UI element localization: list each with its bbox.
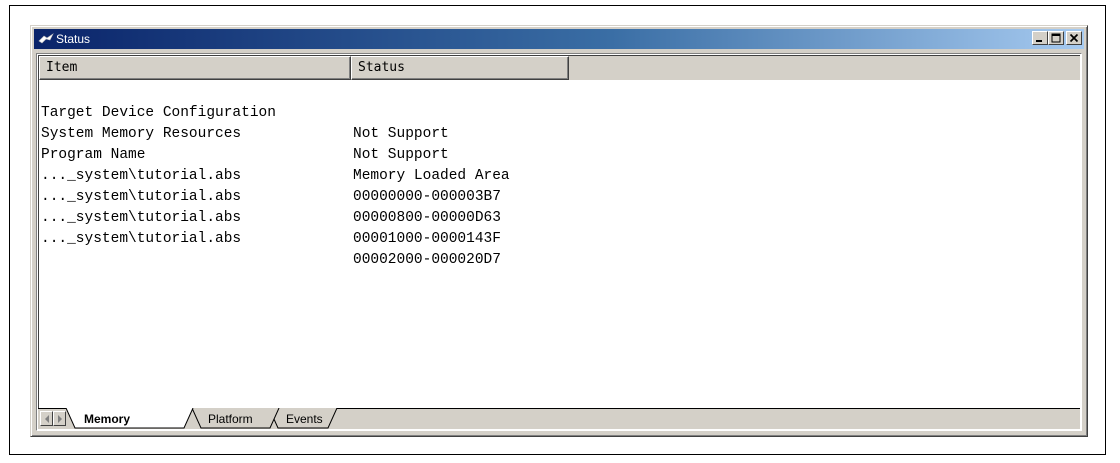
status-list[interactable]: Item Status Target Device Configuration … xyxy=(38,55,1080,408)
column-header-status[interactable]: Status xyxy=(351,56,569,80)
list-row[interactable]: ..._system\tutorial.abs 00000800-00000D6… xyxy=(39,166,1080,226)
list-row[interactable]: ..._system\tutorial.abs 00000000-000003B… xyxy=(39,145,1080,205)
title-bar[interactable]: Status xyxy=(34,29,1084,49)
close-icon xyxy=(1069,33,1079,43)
window-controls xyxy=(1032,31,1082,45)
maximize-button[interactable] xyxy=(1048,31,1064,45)
tab-events[interactable]: Events xyxy=(286,412,323,426)
sheet-tab-bar: Memory Platform Events xyxy=(38,408,1080,429)
item-cell: ..._system\tutorial.abs xyxy=(41,231,242,247)
status-window: Status Item Status Target Device Configu… xyxy=(30,25,1088,437)
status-cell: 00002000-000020D7 xyxy=(353,252,501,268)
list-rows: Target Device Configuration Not Support … xyxy=(39,82,1080,268)
list-row[interactable]: Target Device Configuration Not Support xyxy=(39,82,1080,142)
minimize-button[interactable] xyxy=(1032,31,1048,45)
column-header-item[interactable]: Item xyxy=(39,56,351,80)
list-header: Item Status xyxy=(39,56,1080,80)
list-row[interactable]: ..._system\tutorial.abs 00002000-000020D… xyxy=(39,208,1080,268)
status-cell: 00001000-0000143F xyxy=(353,231,501,247)
list-row[interactable]: ..._system\tutorial.abs 00001000-0000143… xyxy=(39,187,1080,247)
arrow-right-icon xyxy=(58,415,62,423)
window-title: Status xyxy=(56,32,91,46)
status-window-icon xyxy=(38,33,54,44)
status-panel: Item Status Target Device Configuration … xyxy=(36,53,1082,431)
list-row[interactable]: System Memory Resources Not Support xyxy=(39,103,1080,163)
minimize-icon xyxy=(1036,40,1042,42)
close-button[interactable] xyxy=(1066,31,1082,45)
list-row[interactable]: Program Name Memory Loaded Area xyxy=(39,124,1080,184)
tab-scroll-left-button[interactable] xyxy=(40,411,53,426)
maximize-icon xyxy=(1051,33,1061,43)
tab-scroll-right-button[interactable] xyxy=(53,411,66,426)
tab-memory[interactable]: Memory xyxy=(84,412,130,426)
tab-platform[interactable]: Platform xyxy=(208,412,253,426)
arrow-left-icon xyxy=(45,415,49,423)
